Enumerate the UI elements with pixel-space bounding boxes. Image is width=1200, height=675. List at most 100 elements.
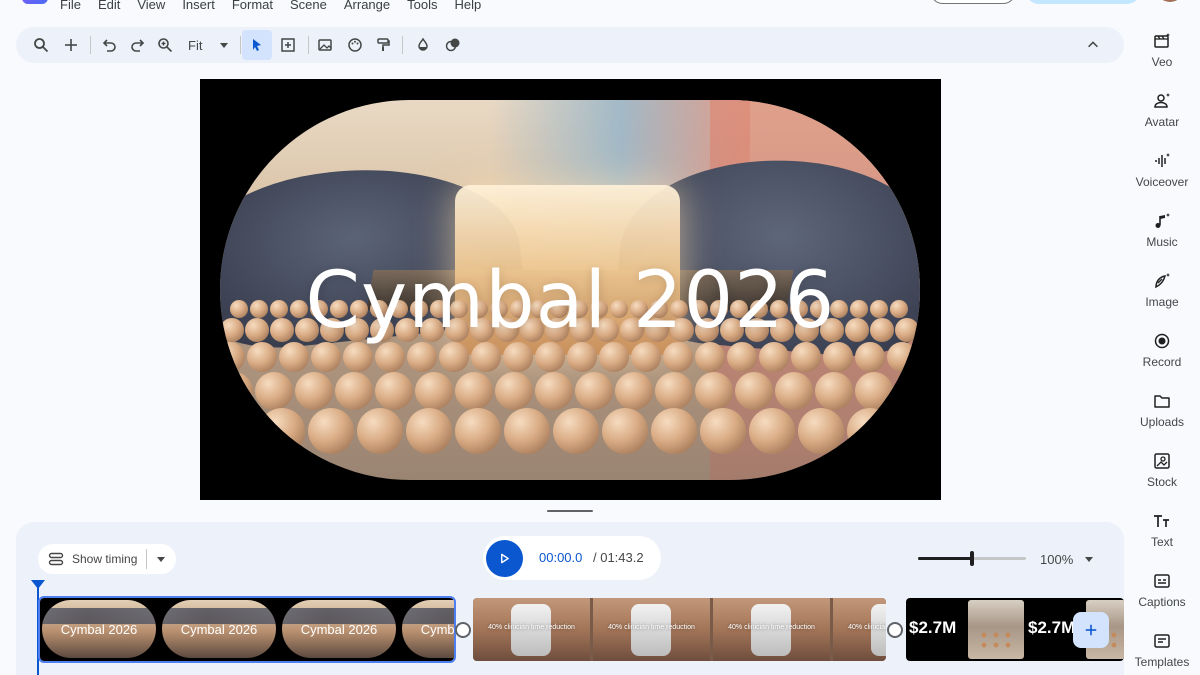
wooden-ball [791, 342, 821, 372]
timeline-zoom-slider[interactable] [918, 551, 1026, 566]
wooden-ball [455, 372, 493, 410]
mask-icon[interactable] [440, 32, 466, 58]
search-icon[interactable] [28, 32, 54, 58]
menu-file[interactable]: File [60, 0, 81, 12]
scene-canvas[interactable]: Cymbal 2026 [200, 79, 941, 500]
rail-label: Uploads [1139, 415, 1185, 429]
record-icon [1154, 333, 1170, 349]
menu-tools[interactable]: Tools [407, 0, 437, 12]
app-logo[interactable] [22, 0, 48, 4]
redo-icon[interactable] [125, 32, 151, 58]
rail-item-captions[interactable]: Captions [1124, 560, 1200, 616]
menu-scene[interactable]: Scene [290, 0, 327, 12]
rail-item-image[interactable]: Image [1124, 260, 1200, 316]
clip-thumbnail-label: Cymbal 2026 [300, 622, 378, 637]
clip-thumbnail: Cymbal 2026 [42, 600, 156, 658]
captions-icon [1154, 574, 1170, 588]
timeline-zoom-percent: 100% [1040, 552, 1074, 567]
wooden-ball [855, 342, 885, 372]
scene-title-text[interactable]: Cymbal 2026 [200, 256, 941, 346]
undo-icon[interactable] [96, 32, 122, 58]
add-icon[interactable] [58, 32, 84, 58]
paint-format-icon[interactable] [370, 32, 396, 58]
avatar[interactable] [1156, 0, 1184, 2]
rail-item-uploads[interactable]: Uploads [1124, 380, 1200, 436]
timeline-clip-2[interactable]: 40% clinician time reduction 40% clinici… [473, 598, 886, 661]
zoom-slider-fill [918, 557, 972, 560]
fill-color-icon[interactable] [410, 32, 436, 58]
transition-icon[interactable] [887, 622, 903, 638]
wooden-ball [847, 408, 893, 454]
chevron-up-icon[interactable] [1080, 32, 1106, 58]
clip-thumbnail: 40% clinician time reduction [593, 598, 710, 661]
wooden-ball [631, 342, 661, 372]
wooden-ball [553, 408, 599, 454]
add-textbox-icon[interactable] [275, 32, 301, 58]
show-timing-label: Show timing [72, 552, 138, 566]
rail-item-avatar[interactable]: Avatar [1124, 80, 1200, 136]
wooden-ball [535, 372, 573, 410]
menu-arrange[interactable]: Arrange [344, 0, 390, 12]
show-timing-button[interactable]: Show timing [38, 544, 176, 574]
clip-thumbnail: Cymbal 2026 [282, 600, 396, 658]
rail-item-stock[interactable]: Stock [1124, 440, 1200, 496]
comment-icon[interactable] [900, 0, 916, 4]
rail-item-text[interactable]: Text [1124, 500, 1200, 556]
wooden-ball [735, 372, 773, 410]
playback-controls: 00:00.0 / 01:43.2 [483, 536, 661, 580]
playhead-marker-icon[interactable] [31, 580, 45, 589]
wooden-ball [375, 342, 405, 372]
select-tool-icon[interactable] [242, 30, 272, 60]
zoom-slider-thumb[interactable] [970, 551, 974, 566]
clip-thumbnail-label: 40% clinician time reduction [608, 624, 695, 631]
wooden-ball [335, 372, 373, 410]
panel-resize-handle[interactable] [547, 510, 593, 512]
wooden-ball [700, 408, 746, 454]
wooden-ball [308, 408, 354, 454]
background-icon[interactable] [312, 32, 338, 58]
wooden-ball [663, 342, 693, 372]
menu-edit[interactable]: Edit [98, 0, 120, 12]
menu-insert[interactable]: Insert [182, 0, 215, 12]
transition-icon[interactable] [455, 622, 471, 638]
menu-help[interactable]: Help [454, 0, 481, 12]
history-icon[interactable] [848, 0, 864, 4]
rail-item-veo[interactable]: Veo [1124, 20, 1200, 76]
wooden-ball [503, 342, 533, 372]
chevron-down-icon[interactable] [157, 557, 165, 562]
rail-item-templates[interactable]: Templates [1124, 620, 1200, 675]
wooden-ball [504, 408, 550, 454]
wooden-ball [651, 408, 697, 454]
wooden-ball [406, 408, 452, 454]
toolbar-divider [240, 36, 241, 54]
wooden-ball [455, 408, 501, 454]
wooden-ball [220, 408, 256, 454]
rail-item-voiceover[interactable]: Voiceover [1124, 140, 1200, 196]
add-scene-button[interactable] [1073, 612, 1109, 648]
palette-icon[interactable] [342, 32, 368, 58]
share-button[interactable] [930, 0, 1016, 4]
wooden-ball [615, 372, 653, 410]
wooden-ball [471, 342, 501, 372]
rail-item-music[interactable]: Music [1124, 200, 1200, 256]
wooden-ball [407, 342, 437, 372]
clip-thumbnail: Cymbal 2026 [402, 600, 454, 658]
playhead[interactable] [37, 580, 39, 675]
wooden-ball [887, 342, 917, 372]
wooden-ball [749, 408, 795, 454]
menu-view[interactable]: View [137, 0, 165, 12]
wooden-ball [823, 342, 853, 372]
publish-button[interactable] [1026, 0, 1140, 4]
wooden-ball [220, 372, 253, 410]
menu-format[interactable]: Format [232, 0, 273, 12]
add-icon [1085, 624, 1097, 636]
timeline-clip-1[interactable]: Cymbal 2026 Cymbal 2026 Cymbal 2026 Cymb… [38, 596, 456, 663]
zoom-in-icon[interactable] [152, 32, 178, 58]
clip-thumbnail-label: Cymbal 2026 [420, 622, 454, 637]
play-button[interactable] [486, 540, 523, 577]
rail-item-record[interactable]: Record [1124, 320, 1200, 376]
zoom-select-value: Fit [188, 37, 203, 53]
wooden-ball [599, 342, 629, 372]
zoom-select[interactable]: Fit [188, 32, 229, 58]
chevron-down-icon[interactable] [1085, 557, 1093, 562]
